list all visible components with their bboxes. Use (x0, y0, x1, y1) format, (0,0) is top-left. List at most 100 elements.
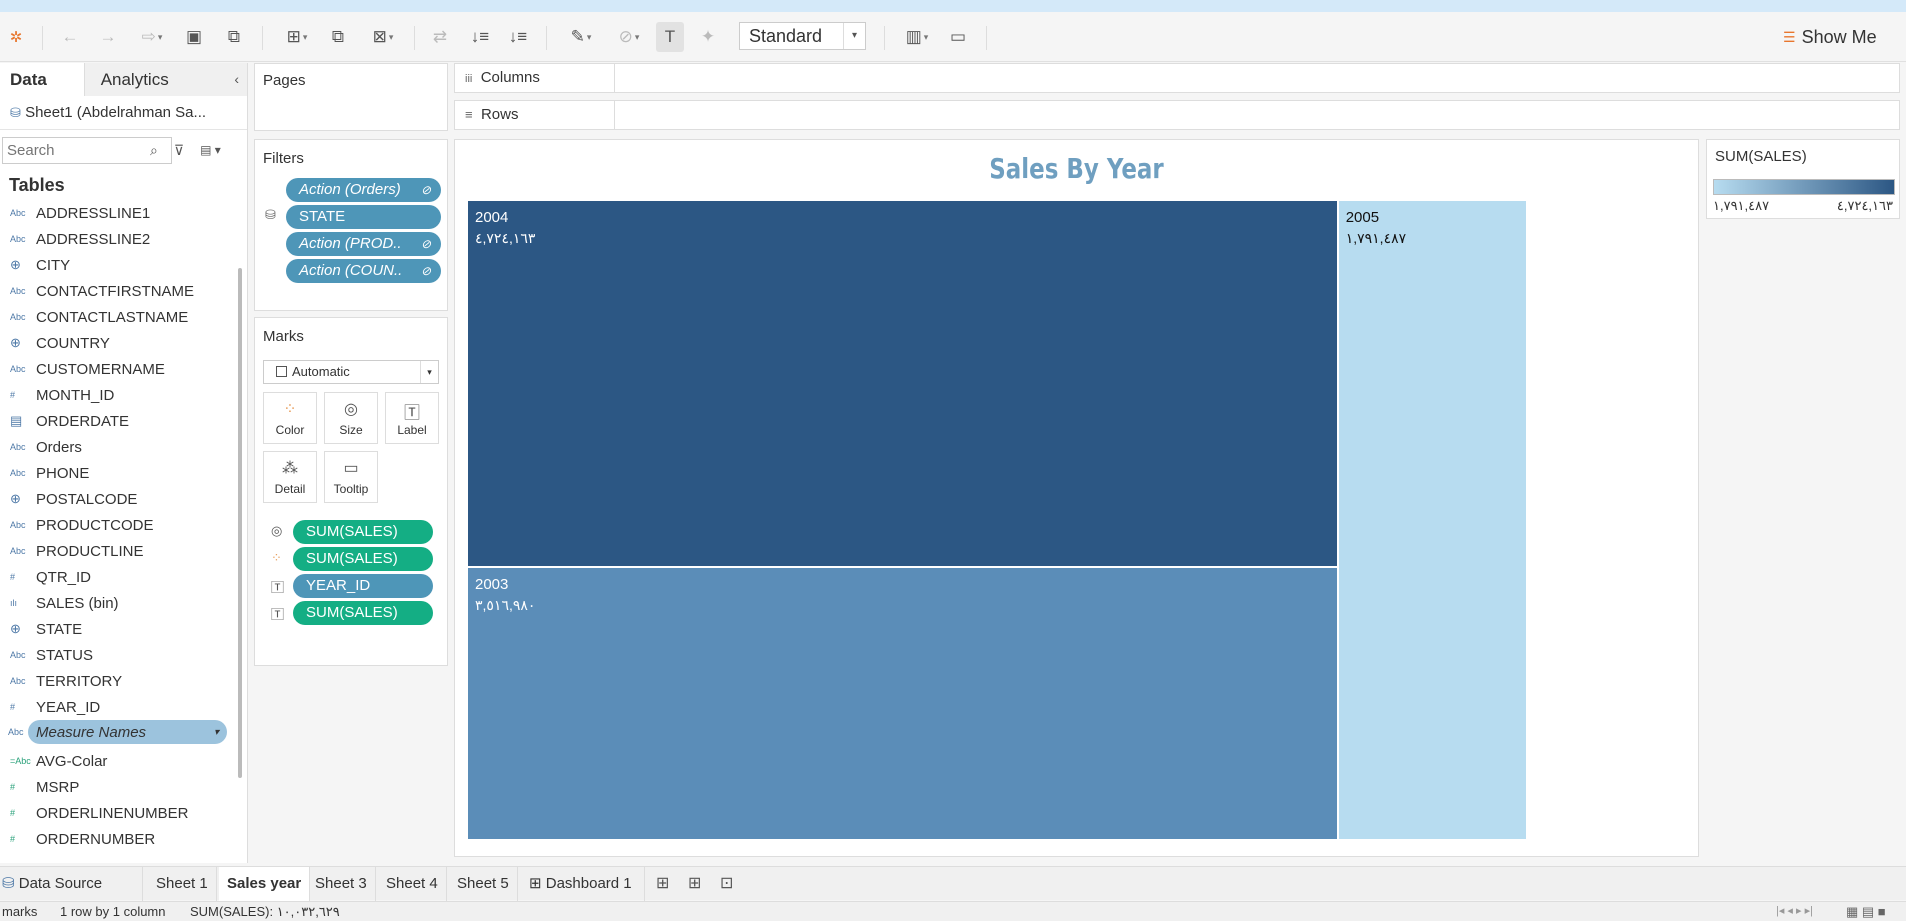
sort-asc-icon[interactable]: ↓≡ (466, 22, 494, 52)
field-item[interactable]: Abc ADDRESSLINE2 (0, 226, 247, 252)
view-size-select[interactable]: Standard ▾ (739, 22, 866, 50)
field-item[interactable]: # QTR_ID (0, 564, 247, 590)
legend-gradient (1713, 179, 1895, 195)
field-item[interactable]: ılı SALES (bin) (0, 590, 247, 616)
chevron-left-icon[interactable]: ‹ (234, 63, 239, 96)
label-button[interactable]: 🅃 Label (385, 392, 439, 444)
tab-data-source[interactable]: ⛁ Data Source (0, 867, 143, 901)
columns-shelf[interactable]: iii Columns (454, 63, 1900, 93)
measure-item[interactable]: # MSRP (0, 774, 247, 800)
field-item[interactable]: Abc Orders (0, 434, 247, 460)
clear-sheet-icon[interactable]: ⊠ (362, 22, 404, 52)
field-item[interactable]: Abc ADDRESSLINE1 (0, 200, 247, 226)
data-pane: Data Analytics ‹ ⛁ Sheet1 (Abdelrahman S… (0, 63, 248, 863)
measure-names-field[interactable]: Measure Names ▾ Abc (8, 720, 227, 744)
window-top-strip (0, 0, 1906, 12)
color-legend[interactable]: SUM(SALES) ١,٧٩١,٤٨٧ ٤,٧٢٤,١٦٣ (1706, 139, 1900, 219)
marks-pill[interactable]: SUM(SALES) (293, 520, 433, 544)
swap-icon[interactable]: ⇄ (426, 22, 454, 52)
view-options-icon[interactable]: ▤ ▾ (200, 143, 221, 157)
tooltip-label: Tooltip (333, 482, 369, 496)
new-datasource-icon[interactable]: ⧉ (220, 22, 248, 52)
search-input[interactable] (2, 136, 172, 164)
mark-type-select[interactable]: Automatic ▾ (263, 360, 439, 384)
field-item[interactable]: Abc STATUS (0, 642, 247, 668)
sheet-tab[interactable]: Sheet 3 (307, 867, 376, 901)
label-icon[interactable]: T (656, 22, 684, 52)
cards-icon[interactable]: ▥ (896, 22, 938, 52)
detail-button[interactable]: ⁂ Detail (263, 451, 317, 503)
new-story-icon[interactable]: ⊡ (720, 867, 733, 901)
globe-icon: ⊕ (10, 621, 21, 636)
tab-analytics[interactable]: Analytics ‹ (83, 63, 247, 96)
show-me-button[interactable]: ☰ Show Me (1783, 24, 1877, 50)
field-item[interactable]: Abc CONTACTFIRSTNAME (0, 278, 247, 304)
dashboard-icon: ⊞ (529, 875, 542, 892)
view-toggle-icon[interactable]: ▦ ▤ ■ (1846, 904, 1886, 920)
marks-pill[interactable]: SUM(SALES) (293, 601, 433, 625)
measure-item[interactable]: =Abc AVG-Colar (0, 748, 247, 774)
filters-shelf[interactable]: Filters Action (Orders) ⊘ ⛁ STATE Action … (254, 139, 448, 311)
size-button[interactable]: ◎ Size (324, 392, 378, 444)
rows-shelf[interactable]: ≡ Rows (454, 100, 1900, 130)
filter-pill[interactable]: Action (Orders) ⊘ (286, 178, 441, 202)
field-item[interactable]: Abc TERRITORY (0, 668, 247, 694)
field-list: Abc ADDRESSLINE1 Abc ADDRESSLINE2 ⊕ CITY Abc CO… (0, 200, 247, 852)
pages-shelf[interactable]: Pages (254, 63, 448, 131)
field-item[interactable]: ⊕ POSTALCODE (0, 486, 247, 512)
field-item[interactable]: # MONTH_ID (0, 382, 247, 408)
datasource-item[interactable]: ⛁ Sheet1 (Abdelrahman Sa... (0, 96, 247, 130)
viz-canvas[interactable]: Sales By Year 2004 ٤,٧٢٤,١٦٣ 2003 ٣,٥١٦,٩٨٠… (454, 139, 1699, 857)
field-item[interactable]: Abc PRODUCTLINE (0, 538, 247, 564)
highlight-icon[interactable]: ✎ (560, 22, 602, 52)
measure-item[interactable]: # ORDERNUMBER (0, 826, 247, 852)
new-worksheet-icon[interactable]: ⊞ (656, 867, 669, 901)
tab-data[interactable]: Data (0, 63, 84, 96)
color-button[interactable]: ⁘ Color (263, 392, 317, 444)
new-dashboard-icon[interactable]: ⊞ (688, 867, 701, 901)
sort-desc-icon[interactable]: ↓≡ (504, 22, 532, 52)
sheet-tab[interactable]: Sheet 1 (148, 867, 217, 901)
pin-icon[interactable]: ✦ (694, 22, 722, 52)
tables-heading: Tables (9, 175, 65, 195)
tooltip-button[interactable]: ▭ Tooltip (324, 451, 378, 503)
new-worksheet-icon[interactable]: ⊞ (276, 22, 318, 52)
scrollbar[interactable] (238, 268, 242, 778)
group-icon[interactable]: ⊘ (608, 22, 650, 52)
treemap-tile[interactable]: 2004 ٤,٧٢٤,١٦٣ (467, 200, 1338, 567)
field-item[interactable]: Abc CONTACTLASTNAME (0, 304, 247, 330)
sheet-tab[interactable]: Sheet 4 (378, 867, 447, 901)
tooltip-icon: ▭ (343, 460, 359, 477)
replay-icon[interactable]: ⇨ (132, 22, 172, 52)
chevron-down-icon: ▾ (213, 726, 219, 738)
marks-pill[interactable]: YEAR_ID (293, 574, 433, 598)
duplicate-icon[interactable]: ⧉ (324, 22, 352, 52)
datasource-icon: ⛁ (2, 875, 15, 892)
presentation-icon[interactable]: ▭ (944, 22, 972, 52)
filter-pill[interactable]: Action (PROD.. ⊘ (286, 232, 441, 256)
treemap-tile[interactable]: 2003 ٣,٥١٦,٩٨٠ (467, 566, 1338, 840)
treemap-tile[interactable]: 2005 ١,٧٩١,٤٨٧ (1337, 200, 1527, 840)
save-icon[interactable]: ▣ (180, 22, 208, 52)
measure-item[interactable]: # ORDERLINENUMBER (0, 800, 247, 826)
sheet-tab-active[interactable]: Sales year (219, 867, 311, 901)
filter-icon[interactable]: ⊽ (174, 142, 184, 159)
field-item[interactable]: ▤ ORDERDATE (0, 408, 247, 434)
filter-pill-label: Action (COUN.. (299, 262, 403, 279)
field-item[interactable]: Abc PRODUCTCODE (0, 512, 247, 538)
sheet-tab[interactable]: ⊞ Dashboard 1 (521, 867, 645, 901)
marks-pill[interactable]: SUM(SALES) (293, 547, 433, 571)
field-item[interactable]: ⊕ CITY (0, 252, 247, 278)
page-nav-icon[interactable]: |◂ ◂ ▸ ▸| (1776, 904, 1813, 917)
field-item[interactable]: Abc CUSTOMERNAME (0, 356, 247, 382)
field-item[interactable]: Abc PHONE (0, 460, 247, 486)
field-item[interactable]: ⊕ COUNTRY (0, 330, 247, 356)
field-item[interactable]: # YEAR_ID (0, 694, 247, 720)
sheet-tab[interactable]: Sheet 5 (449, 867, 518, 901)
tableau-logo-icon[interactable]: ✲ (2, 22, 30, 52)
field-item[interactable]: ⊕ STATE (0, 616, 247, 642)
filter-pill[interactable]: STATE (286, 205, 441, 229)
filter-pill[interactable]: Action (COUN.. ⊘ (286, 259, 441, 283)
undo-icon[interactable]: ← (56, 22, 84, 52)
redo-icon[interactable]: → (94, 22, 122, 52)
